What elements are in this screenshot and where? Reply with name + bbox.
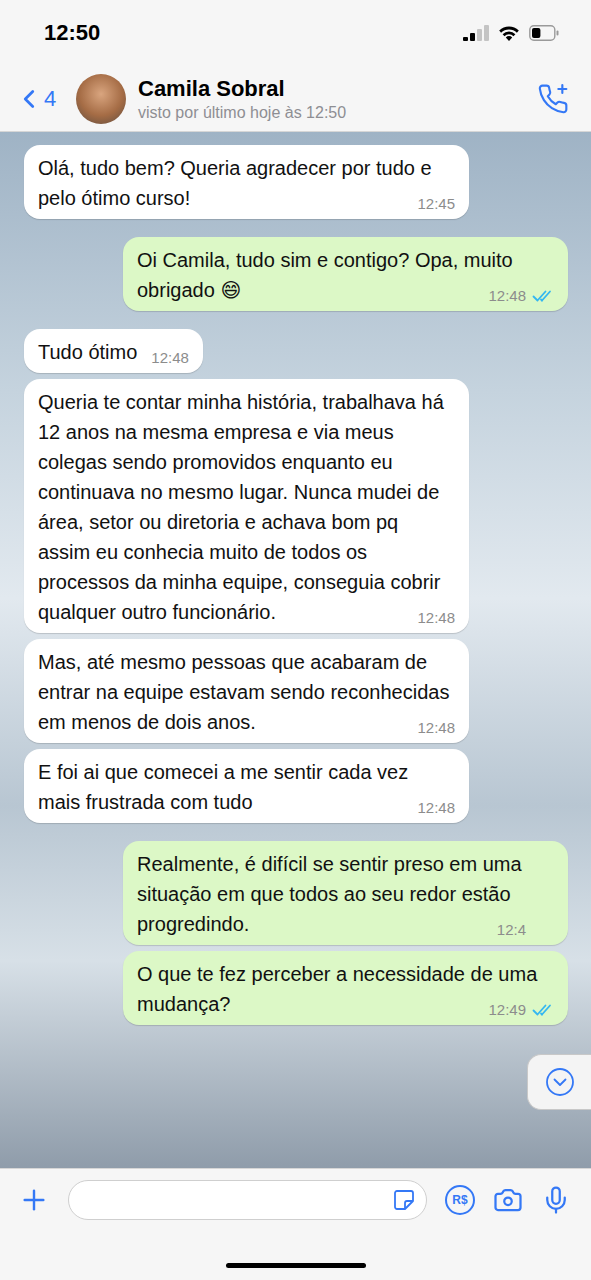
scroll-down-button[interactable] bbox=[527, 1054, 591, 1110]
contact-info[interactable]: Camila Sobral visto por último hoje às 12… bbox=[138, 76, 525, 122]
incoming-message[interactable]: Mas, até mesmo pessoas que acabaram de e… bbox=[24, 639, 469, 743]
incoming-message[interactable]: Tudo ótimo 12:48 bbox=[24, 329, 203, 373]
microphone-icon[interactable] bbox=[541, 1185, 571, 1215]
message-text: Tudo ótimo bbox=[38, 341, 137, 363]
message-text: Realmente, é difícil se sentir preso em … bbox=[137, 853, 527, 935]
message-time: 12:45 bbox=[417, 195, 455, 213]
message-time: 12:48 bbox=[417, 719, 455, 737]
incoming-message[interactable]: E foi ai que comecei a me sentir cada ve… bbox=[24, 749, 469, 823]
attach-plus-icon[interactable] bbox=[18, 1184, 50, 1216]
message-text: Oi Camila, tudo sim e contigo? Opa, muit… bbox=[137, 249, 518, 301]
chat-screen: 12:50 4 Camila Sobral visto por último hoje… bbox=[0, 0, 591, 1280]
message-text: Mas, até mesmo pessoas que acabaram de e… bbox=[38, 651, 455, 733]
status-time: 12:50 bbox=[44, 20, 100, 46]
back-button[interactable]: 4 bbox=[14, 84, 64, 114]
payment-button[interactable]: R$ bbox=[445, 1185, 475, 1215]
message-row: Olá, tudo bem? Queria agradecer por tudo… bbox=[24, 145, 568, 219]
status-icons bbox=[463, 24, 559, 42]
scroll-down-icon bbox=[545, 1067, 575, 1097]
status-bar: 12:50 bbox=[0, 0, 591, 66]
message-meta: 12:48 bbox=[417, 609, 455, 627]
outgoing-message[interactable]: O que te fez perceber a necessidade de u… bbox=[123, 951, 568, 1025]
message-meta: 12:48 bbox=[151, 349, 189, 367]
message-row: Tudo ótimo 12:48 bbox=[24, 329, 568, 373]
outgoing-message[interactable]: Realmente, é difícil se sentir preso em … bbox=[123, 841, 568, 945]
read-ticks-icon bbox=[532, 289, 556, 303]
message-row: O que te fez perceber a necessidade de u… bbox=[24, 951, 568, 1025]
message-row: Oi Camila, tudo sim e contigo? Opa, muit… bbox=[24, 237, 568, 311]
camera-icon[interactable] bbox=[493, 1185, 523, 1215]
signal-icon bbox=[463, 25, 489, 41]
home-indicator[interactable] bbox=[226, 1263, 366, 1268]
message-meta: 12:45 bbox=[417, 195, 455, 213]
message-text: E foi ai que comecei a me sentir cada ve… bbox=[38, 761, 414, 813]
message-list: Olá, tudo bem? Queria agradecer por tudo… bbox=[0, 132, 591, 1025]
wifi-icon bbox=[497, 24, 521, 42]
message-time: 12:48 bbox=[417, 799, 455, 817]
message-text: Olá, tudo bem? Queria agradecer por tudo… bbox=[38, 157, 437, 209]
message-meta: 12:49 bbox=[488, 1001, 556, 1019]
battery-icon bbox=[529, 25, 559, 41]
contact-avatar[interactable] bbox=[76, 74, 126, 124]
message-time: 12:48 bbox=[488, 287, 526, 305]
composer-row: R$ bbox=[0, 1169, 591, 1231]
incoming-message[interactable]: Olá, tudo bem? Queria agradecer por tudo… bbox=[24, 145, 469, 219]
message-time: 12:4 bbox=[497, 921, 526, 939]
chat-area: Olá, tudo bem? Queria agradecer por tudo… bbox=[0, 132, 591, 1168]
add-call-icon[interactable] bbox=[537, 83, 569, 115]
home-area bbox=[0, 1231, 591, 1280]
message-time: 12:48 bbox=[151, 349, 189, 367]
chat-header: 4 Camila Sobral visto por último hoje às 1… bbox=[0, 66, 591, 132]
back-chevron-icon[interactable] bbox=[14, 84, 44, 114]
message-meta: 12:48 bbox=[488, 287, 556, 305]
read-ticks-icon bbox=[532, 1003, 556, 1017]
message-row: Mas, até mesmo pessoas que acabaram de e… bbox=[24, 639, 568, 743]
message-meta: 12:48 bbox=[417, 719, 455, 737]
sticker-icon[interactable] bbox=[392, 1188, 416, 1212]
message-meta: 12:48 bbox=[417, 799, 455, 817]
last-seen: visto por último hoje às 12:50 bbox=[138, 104, 525, 122]
incoming-message[interactable]: Queria te contar minha história, trabalh… bbox=[24, 379, 469, 633]
message-meta: 12:4 bbox=[497, 921, 556, 939]
message-time: 12:48 bbox=[417, 609, 455, 627]
message-row: E foi ai que comecei a me sentir cada ve… bbox=[24, 749, 568, 823]
message-time: 12:49 bbox=[488, 1001, 526, 1019]
contact-name[interactable]: Camila Sobral bbox=[138, 76, 525, 102]
outgoing-message[interactable]: Oi Camila, tudo sim e contigo? Opa, muit… bbox=[123, 237, 568, 311]
message-input[interactable] bbox=[68, 1180, 427, 1220]
composer-bar: R$ bbox=[0, 1168, 591, 1280]
message-row: Realmente, é difícil se sentir preso em … bbox=[24, 841, 568, 945]
message-text: Queria te contar minha história, trabalh… bbox=[38, 391, 449, 623]
back-count[interactable]: 4 bbox=[44, 86, 56, 112]
message-text: O que te fez perceber a necessidade de u… bbox=[137, 963, 543, 1015]
message-row: Queria te contar minha história, trabalh… bbox=[24, 379, 568, 633]
